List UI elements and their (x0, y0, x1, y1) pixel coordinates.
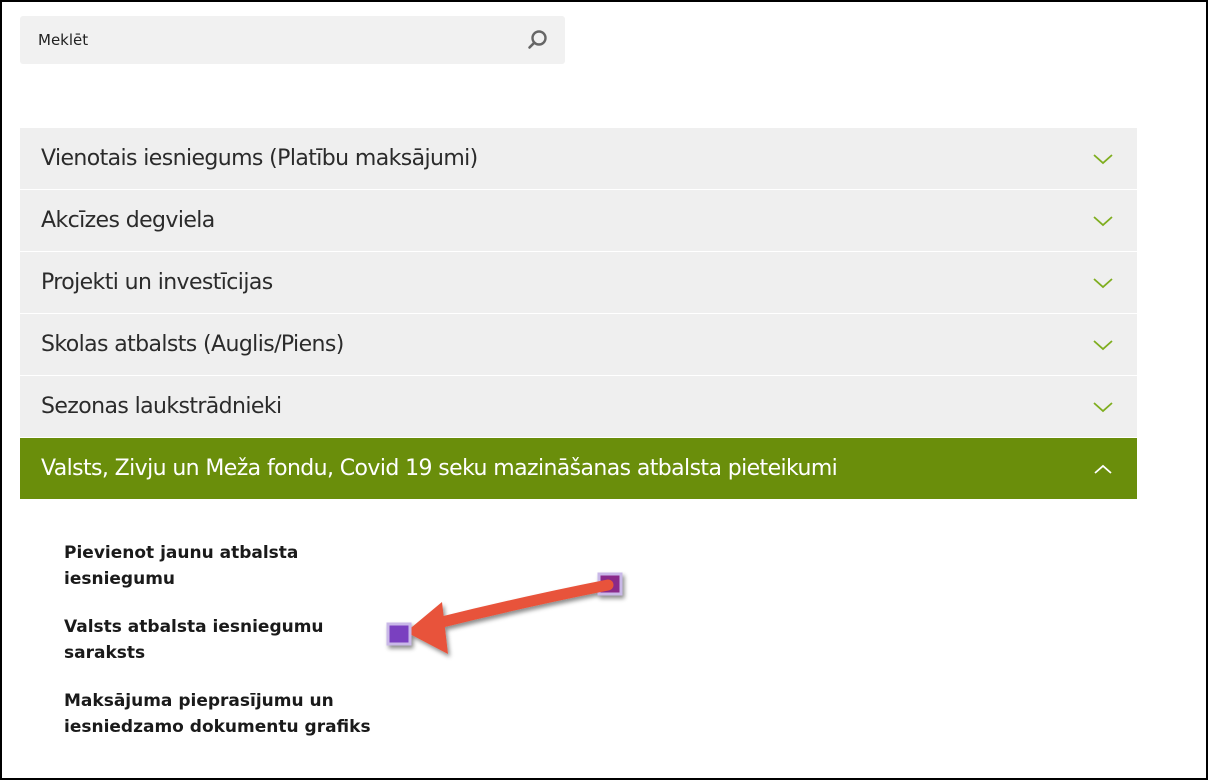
accordion-item-label: Projekti un investīcijas (41, 270, 273, 295)
search-box[interactable]: Meklēt (20, 16, 565, 64)
chevron-up-icon[interactable] (1091, 457, 1115, 481)
page-frame: Meklēt Vienotais iesniegums (Platību mak… (0, 0, 1208, 780)
accordion-item-label: Vienotais iesniegums (Platību maksājumi) (41, 146, 478, 171)
chevron-down-icon[interactable] (1091, 395, 1115, 419)
accordion-item-sezonas-laukstradnieki[interactable]: Sezonas laukstrādnieki (20, 376, 1137, 438)
sub-menu: Pievienot jaunu atbalsta iesniegumu Vals… (64, 540, 394, 762)
search-input[interactable]: Meklēt (38, 31, 525, 49)
accordion-item-skolas-atbalsts[interactable]: Skolas atbalsts (Auglis/Piens) (20, 314, 1137, 376)
accordion-item-label: Sezonas laukstrādnieki (41, 394, 282, 419)
chevron-down-icon[interactable] (1091, 209, 1115, 233)
accordion-item-label: Valsts, Zivju un Meža fondu, Covid 19 se… (41, 456, 838, 481)
chevron-down-icon[interactable] (1091, 333, 1115, 357)
sub-link-new-application[interactable]: Pievienot jaunu atbalsta iesniegumu (64, 540, 374, 592)
accordion-item-vienotais-iesniegums[interactable]: Vienotais iesniegums (Platību maksājumi) (20, 128, 1137, 190)
accordion-item-akcizes-degviela[interactable]: Akcīzes degviela (20, 190, 1137, 252)
chevron-down-icon[interactable] (1091, 271, 1115, 295)
chevron-down-icon[interactable] (1091, 147, 1115, 171)
accordion-item-projekti-un-investicijas[interactable]: Projekti un investīcijas (20, 252, 1137, 314)
accordion-item-label: Akcīzes degviela (41, 208, 215, 233)
sub-link-application-list[interactable]: Valsts atbalsta iesniegumu saraksts (64, 614, 374, 666)
sub-link-payment-schedule[interactable]: Maksājuma pieprasījumu un iesniedzamo do… (64, 688, 374, 740)
accordion-item-valsts-atbalsts[interactable]: Valsts, Zivju un Meža fondu, Covid 19 se… (20, 438, 1137, 500)
accordion-item-label: Skolas atbalsts (Auglis/Piens) (41, 332, 344, 357)
accordion: Vienotais iesniegums (Platību maksājumi)… (20, 128, 1137, 500)
search-icon[interactable] (525, 27, 551, 53)
